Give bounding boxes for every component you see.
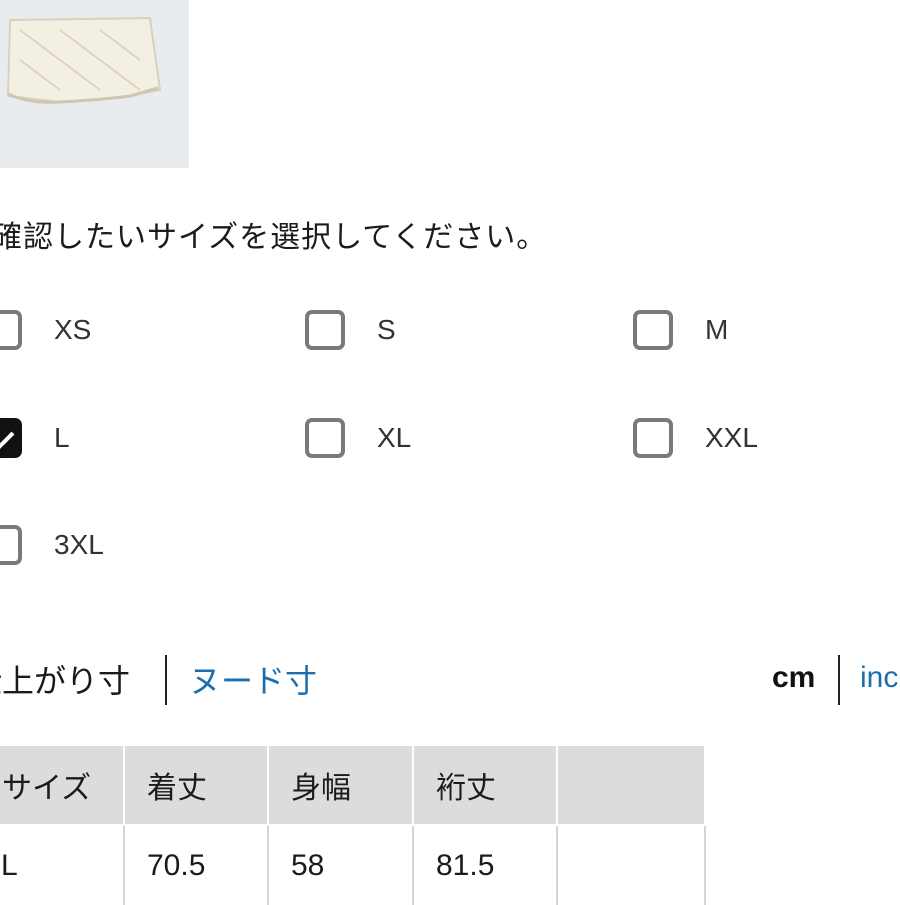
cell-width: 58 — [267, 825, 414, 905]
checkbox-checked[interactable] — [0, 418, 22, 458]
cell-length: 70.5 — [123, 825, 269, 905]
size-label: XL — [377, 422, 412, 453]
size-option-m[interactable]: M — [633, 305, 728, 355]
size-option-xs[interactable]: XS — [0, 305, 91, 355]
size-option-xl[interactable]: XL — [305, 413, 411, 463]
size-option-xxl[interactable]: XXL — [633, 413, 758, 463]
unit-divider — [838, 655, 840, 705]
tab-divider — [165, 655, 167, 705]
unit-cm-toggle[interactable]: cm — [772, 661, 815, 695]
size-label: S — [377, 314, 396, 345]
table-row: L 70.5 58 81.5 — [0, 825, 706, 905]
checkbox[interactable] — [633, 310, 673, 350]
header-length: 着丈 — [123, 744, 269, 826]
cell-sleeve: 81.5 — [412, 825, 558, 905]
cell-size: L — [0, 825, 125, 905]
size-label: XS — [54, 314, 92, 345]
table-header-row: サイズ 着丈 身幅 裄丈 — [0, 744, 706, 826]
checkbox[interactable] — [0, 310, 22, 350]
checkbox[interactable] — [633, 418, 673, 458]
size-label: 3XL — [54, 529, 104, 560]
size-select-prompt: 確認したいサイズを選択してください。 — [0, 220, 548, 255]
size-label: L — [54, 422, 70, 453]
size-option-3xl[interactable]: 3XL — [0, 520, 104, 570]
checkbox[interactable] — [0, 525, 22, 565]
size-option-l[interactable]: L — [0, 413, 70, 463]
size-label: XXL — [705, 422, 758, 453]
header-width: 身幅 — [267, 744, 414, 826]
unit-inch-toggle[interactable]: inch — [860, 661, 900, 695]
header-size: サイズ — [0, 744, 125, 826]
tab-finished-size[interactable]: 仕上がり寸 — [0, 656, 130, 702]
cell-extra — [556, 825, 706, 905]
size-spec-table: サイズ 着丈 身幅 裄丈 L 70.5 58 81.5 — [0, 744, 706, 905]
checkbox[interactable] — [305, 418, 345, 458]
header-extra — [556, 744, 706, 826]
checkbox[interactable] — [305, 310, 345, 350]
header-sleeve: 裄丈 — [412, 744, 558, 826]
product-image — [0, 0, 189, 168]
size-label: M — [705, 314, 729, 345]
size-option-s[interactable]: S — [305, 305, 396, 355]
tab-body-size[interactable]: ヌード寸 — [189, 656, 317, 702]
